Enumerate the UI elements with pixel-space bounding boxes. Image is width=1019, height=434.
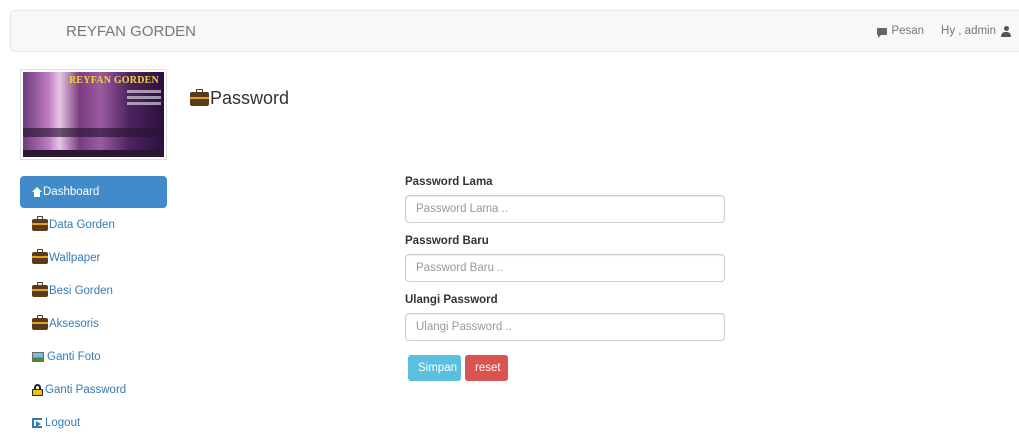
sidebar: Dashboard Data Gorden Wallpaper Besi Gor… [20, 176, 167, 434]
sidebar-item-label: Data Gorden [49, 218, 115, 231]
user-greeting: Hy , admin [941, 25, 996, 37]
brand-link[interactable]: REYFAN GORDEN [66, 23, 196, 40]
sidebar-item-data-gorden[interactable]: Data Gorden [20, 208, 167, 241]
briefcase-icon [32, 281, 48, 297]
navbar-right: Pesan Hy , admin [877, 25, 1011, 38]
sidebar-item-ganti-password[interactable]: Ganti Password [20, 373, 167, 406]
sidebar-item-besi-gorden[interactable]: Besi Gorden [20, 274, 167, 307]
home-icon [32, 187, 42, 197]
repeat-password-input[interactable] [405, 313, 725, 341]
picture-icon [32, 351, 44, 362]
sidebar-item-label: Besi Gorden [49, 284, 113, 297]
messages-label: Pesan [891, 25, 925, 37]
page-title: Password [190, 88, 289, 109]
repeat-password-label: Ulangi Password [405, 294, 498, 306]
top-navbar: REYFAN GORDEN Pesan Hy , admin [10, 10, 1019, 52]
briefcase-icon [32, 314, 48, 330]
comment-icon [877, 27, 888, 38]
new-password-label: Password Baru [405, 235, 489, 247]
change-password-form: Password Lama Password Baru Ulangi Passw… [405, 176, 725, 353]
old-password-label: Password Lama [405, 176, 493, 188]
sidebar-item-label: Logout [45, 416, 81, 429]
page-title-text: Password [210, 88, 290, 108]
user-menu[interactable]: Hy , admin [941, 25, 1011, 37]
briefcase-icon [32, 215, 48, 231]
sidebar-item-label: Wallpaper [49, 251, 101, 264]
logo-band [23, 128, 164, 137]
sidebar-item-ganti-foto[interactable]: Ganti Foto [20, 340, 167, 373]
logo-title: REYFAN GORDEN [69, 75, 159, 86]
sidebar-item-label: Dashboard [43, 186, 100, 198]
messages-link[interactable]: Pesan [877, 25, 925, 38]
sidebar-item-label: Aksesoris [49, 317, 99, 330]
sidebar-item-wallpaper[interactable]: Wallpaper [20, 241, 167, 274]
logout-icon [32, 417, 42, 428]
logo-contact-lines [127, 90, 161, 108]
logo-image: REYFAN GORDEN [23, 72, 164, 157]
sidebar-item-aksesoris[interactable]: Aksesoris [20, 307, 167, 340]
sidebar-item-logout[interactable]: Logout [20, 406, 167, 434]
reset-button[interactable]: reset [465, 355, 508, 381]
profile-logo: REYFAN GORDEN [20, 69, 167, 160]
save-button[interactable]: Simpan [408, 355, 461, 381]
sidebar-item-dashboard[interactable]: Dashboard [20, 176, 167, 208]
old-password-input[interactable] [405, 195, 725, 223]
briefcase-icon [190, 88, 209, 106]
new-password-input[interactable] [405, 254, 725, 282]
sidebar-item-label: Ganti Foto [47, 350, 101, 363]
form-actions: Simpan reset [408, 355, 508, 381]
briefcase-icon [32, 248, 48, 264]
user-icon [1001, 25, 1011, 37]
sidebar-item-label: Ganti Password [45, 383, 127, 396]
lock-icon [32, 383, 43, 396]
logo-footer [23, 150, 164, 157]
